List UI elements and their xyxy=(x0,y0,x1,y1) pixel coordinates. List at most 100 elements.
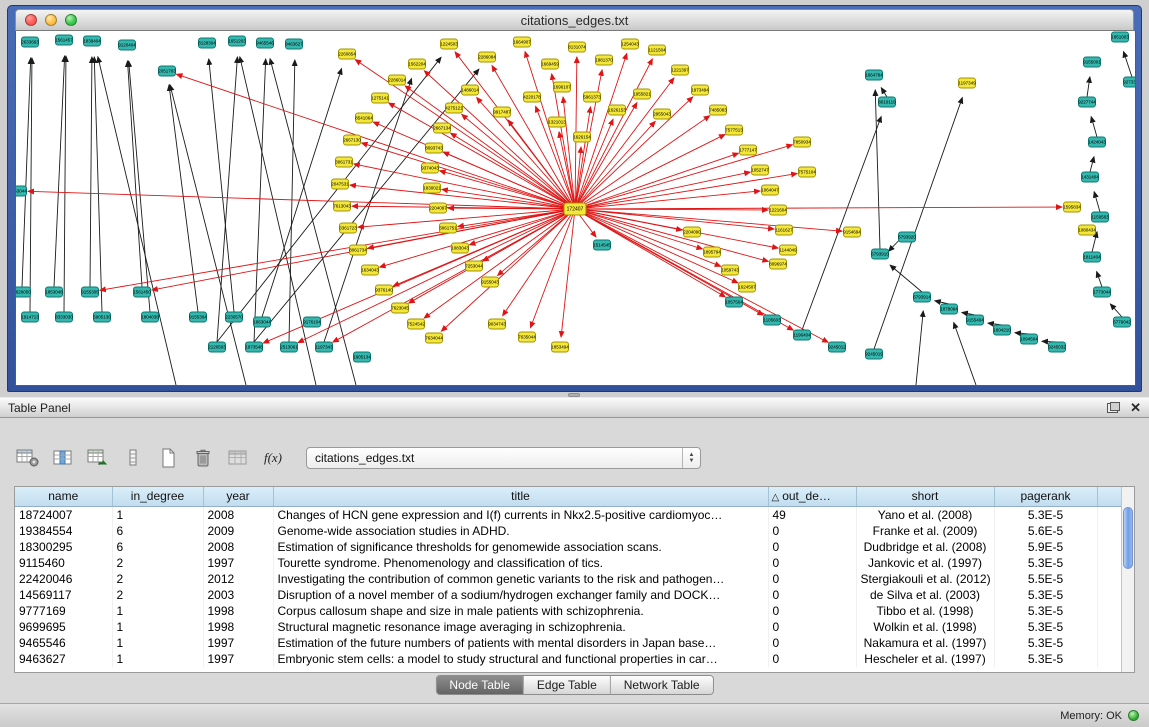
cell-pagerank[interactable]: 5.3E-5 xyxy=(994,619,1097,635)
cell-out[interactable]: 0 xyxy=(768,523,856,539)
cell-short[interactable]: Dudbridge et al. (2008) xyxy=(856,539,994,555)
table-row[interactable]: 1456911722003Disruption of a novel membe… xyxy=(15,587,1122,603)
column-header-name[interactable]: name xyxy=(15,487,112,506)
cell-year[interactable]: 1997 xyxy=(203,651,273,667)
function-builder-button[interactable]: f(x) xyxy=(259,445,287,471)
cell-short[interactable]: Tibbo et al. (1998) xyxy=(856,603,994,619)
tab-network-table[interactable]: Network Table xyxy=(611,676,713,694)
cell-year[interactable]: 1997 xyxy=(203,635,273,651)
cell-title[interactable]: Disruption of a novel member of a sodium… xyxy=(273,587,768,603)
cell-name[interactable]: 19384554 xyxy=(15,523,112,539)
cell-year[interactable]: 1997 xyxy=(203,555,273,571)
cell-filler[interactable] xyxy=(1097,635,1122,651)
cell-out[interactable]: 0 xyxy=(768,587,856,603)
cell-out[interactable]: 0 xyxy=(768,603,856,619)
cell-title[interactable]: Investigating the contribution of common… xyxy=(273,571,768,587)
new-document-button[interactable] xyxy=(154,445,182,471)
cell-in_degree[interactable]: 2 xyxy=(112,571,203,587)
table-row[interactable]: 911546021997Tourette syndrome. Phenomeno… xyxy=(15,555,1122,571)
cell-year[interactable]: 2003 xyxy=(203,587,273,603)
cell-in_degree[interactable]: 1 xyxy=(112,635,203,651)
cell-year[interactable]: 2008 xyxy=(203,539,273,555)
cell-name[interactable]: 22420046 xyxy=(15,571,112,587)
cell-in_degree[interactable]: 1 xyxy=(112,506,203,523)
cell-in_degree[interactable]: 2 xyxy=(112,555,203,571)
cell-pagerank[interactable]: 5.3E-5 xyxy=(994,555,1097,571)
tab-node-table[interactable]: Node Table xyxy=(436,676,524,694)
cell-short[interactable]: Wolkin et al. (1998) xyxy=(856,619,994,635)
network-canvas[interactable]: 2633663156145718394049120404812830416512… xyxy=(15,31,1136,386)
column-header-out-degree[interactable]: △out_de… xyxy=(768,487,856,506)
import-table-button[interactable] xyxy=(84,445,112,471)
cell-in_degree[interactable]: 2 xyxy=(112,587,203,603)
table-row[interactable]: 946554611997Estimation of the future num… xyxy=(15,635,1122,651)
cell-name[interactable]: 9777169 xyxy=(15,603,112,619)
cell-pagerank[interactable]: 5.3E-5 xyxy=(994,587,1097,603)
table-scrollbar-thumb[interactable] xyxy=(1123,507,1133,569)
cell-title[interactable]: Changes of HCN gene expression and I(f) … xyxy=(273,506,768,523)
cell-out[interactable]: 0 xyxy=(768,555,856,571)
cell-title[interactable]: Structural magnetic resonance image aver… xyxy=(273,619,768,635)
network-graph[interactable]: 2633663156145718394049120404812830416512… xyxy=(16,31,1136,386)
cell-title[interactable]: Tourette syndrome. Phenomenology and cla… xyxy=(273,555,768,571)
cell-short[interactable]: Yano et al. (2008) xyxy=(856,506,994,523)
cell-year[interactable]: 1998 xyxy=(203,619,273,635)
cell-year[interactable]: 2008 xyxy=(203,506,273,523)
table-row[interactable]: 1938455462009Genome-wide association stu… xyxy=(15,523,1122,539)
cell-out[interactable]: 0 xyxy=(768,635,856,651)
cell-filler[interactable] xyxy=(1097,523,1122,539)
cell-title[interactable]: Estimation of the future numbers of pati… xyxy=(273,635,768,651)
cell-filler[interactable] xyxy=(1097,587,1122,603)
cell-short[interactable]: Jankovic et al. (1997) xyxy=(856,555,994,571)
cell-filler[interactable] xyxy=(1097,555,1122,571)
delete-trash-button[interactable] xyxy=(189,445,217,471)
cell-name[interactable]: 9465546 xyxy=(15,635,112,651)
network-window-titlebar[interactable]: citations_edges.txt xyxy=(15,9,1134,31)
cell-name[interactable]: 18300295 xyxy=(15,539,112,555)
cell-pagerank[interactable]: 5.3E-5 xyxy=(994,506,1097,523)
cell-filler[interactable] xyxy=(1097,506,1122,523)
cell-in_degree[interactable]: 6 xyxy=(112,539,203,555)
cell-title[interactable]: Embryonic stem cells: a model to study s… xyxy=(273,651,768,667)
cell-out[interactable]: 49 xyxy=(768,506,856,523)
cell-name[interactable]: 9115460 xyxy=(15,555,112,571)
table-row[interactable]: 946362711997Embryonic stem cells: a mode… xyxy=(15,651,1122,667)
cell-year[interactable]: 2009 xyxy=(203,523,273,539)
cell-year[interactable]: 1998 xyxy=(203,603,273,619)
table-row[interactable]: 1830029562008Estimation of significance … xyxy=(15,539,1122,555)
cell-filler[interactable] xyxy=(1097,603,1122,619)
cell-title[interactable]: Corpus callosum shape and size in male p… xyxy=(273,603,768,619)
column-header-short[interactable]: short xyxy=(856,487,994,506)
cell-out[interactable]: 0 xyxy=(768,539,856,555)
float-panel-icon[interactable] xyxy=(1107,402,1120,413)
cell-short[interactable]: Franke et al. (2009) xyxy=(856,523,994,539)
cell-short[interactable]: Nakamura et al. (1997) xyxy=(856,635,994,651)
cell-out[interactable]: 0 xyxy=(768,619,856,635)
table-row[interactable]: 977716911998Corpus callosum shape and si… xyxy=(15,603,1122,619)
cell-name[interactable]: 14569117 xyxy=(15,587,112,603)
table-disabled-button[interactable] xyxy=(224,445,252,471)
cell-filler[interactable] xyxy=(1097,539,1122,555)
cell-title[interactable]: Genome-wide association studies in ADHD. xyxy=(273,523,768,539)
cell-out[interactable]: 0 xyxy=(768,571,856,587)
column-header-year[interactable]: year xyxy=(203,487,273,506)
column-header-in-degree[interactable]: in_degree xyxy=(112,487,203,506)
cell-out[interactable]: 0 xyxy=(768,651,856,667)
cell-filler[interactable] xyxy=(1097,571,1122,587)
cell-title[interactable]: Estimation of significance thresholds fo… xyxy=(273,539,768,555)
table-row[interactable]: 2242004622012Investigating the contribut… xyxy=(15,571,1122,587)
cell-short[interactable]: de Silva et al. (2003) xyxy=(856,587,994,603)
cell-in_degree[interactable]: 1 xyxy=(112,651,203,667)
cell-pagerank[interactable]: 5.3E-5 xyxy=(994,635,1097,651)
cell-pagerank[interactable]: 5.9E-5 xyxy=(994,539,1097,555)
cell-in_degree[interactable]: 6 xyxy=(112,523,203,539)
cell-pagerank[interactable]: 5.3E-5 xyxy=(994,651,1097,667)
column-header-pagerank[interactable]: pagerank xyxy=(994,487,1097,506)
table-source-dropdown[interactable]: citations_edges.txt ▲▼ xyxy=(306,447,701,469)
table-row[interactable]: 1872400712008Changes of HCN gene express… xyxy=(15,506,1122,523)
cell-in_degree[interactable]: 1 xyxy=(112,619,203,635)
cell-pagerank[interactable]: 5.5E-5 xyxy=(994,571,1097,587)
table-scrollbar[interactable] xyxy=(1121,487,1134,672)
select-columns-button[interactable] xyxy=(49,445,77,471)
cell-pagerank[interactable]: 5.3E-5 xyxy=(994,603,1097,619)
